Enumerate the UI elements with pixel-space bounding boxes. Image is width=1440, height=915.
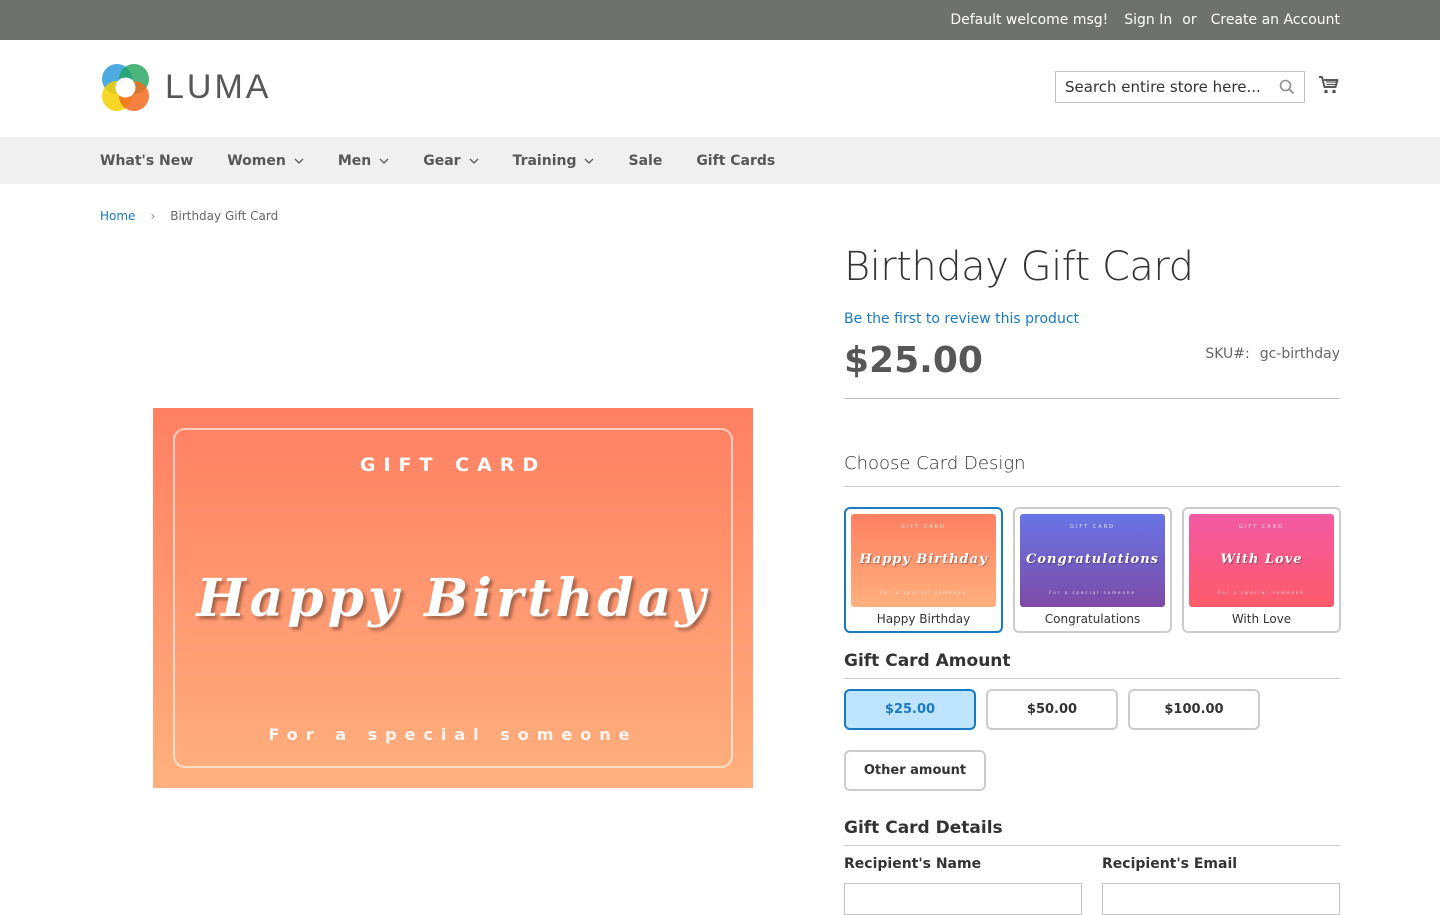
- divider: [844, 678, 1340, 679]
- nav-item-women[interactable]: Women: [227, 153, 304, 169]
- nav-item-label: Gift Cards: [696, 152, 776, 169]
- breadcrumb-current: Birthday Gift Card: [170, 209, 279, 223]
- amount-option-button[interactable]: $100.00: [1128, 689, 1260, 730]
- design-thumbnail-text: With Love: [1220, 552, 1303, 567]
- header: LUMA: [0, 40, 1440, 137]
- design-label: With Love: [1231, 612, 1292, 626]
- other-amount-button[interactable]: Other amount: [844, 750, 986, 791]
- nav-item-label: Sale: [628, 152, 663, 169]
- design-thumbnail-text: GIFT CARD: [1069, 524, 1116, 530]
- design-thumbnail-text: For a special someone: [880, 590, 967, 595]
- design-options: GIFT CARD Happy Birthday For a special som…: [844, 507, 1341, 633]
- design-option-happy-birthday[interactable]: GIFT CARD Happy Birthday For a special som…: [844, 507, 1003, 633]
- chevron-down-icon: [585, 158, 594, 164]
- nav-item-label: Training: [512, 152, 577, 169]
- nav-item-sale[interactable]: Sale: [628, 153, 662, 169]
- choose-design-title: Choose Card Design: [844, 453, 1026, 474]
- cart-icon[interactable]: [1318, 74, 1340, 96]
- gift-card-amount-title: Gift Card Amount: [844, 651, 1011, 671]
- first-review-link[interactable]: Be the first to review this product: [844, 311, 1079, 327]
- card-main-text: Happy Birthday: [196, 568, 710, 629]
- nav-item-label: Gear: [423, 152, 461, 169]
- nav-item-gear[interactable]: Gear: [423, 152, 479, 169]
- chevron-down-icon: [379, 158, 389, 164]
- recipient-email-label: Recipient's Email: [1102, 856, 1238, 872]
- chevron-down-icon: [294, 158, 304, 164]
- sku-value: gc-birthday: [1259, 346, 1340, 362]
- breadcrumb: Home › Birthday Gift Card: [100, 209, 278, 223]
- recipient-email-field[interactable]: [1102, 883, 1340, 915]
- divider: [844, 398, 1340, 399]
- design-label: Happy Birthday: [876, 612, 971, 626]
- sku: SKU#: gc-birthday: [1205, 346, 1340, 362]
- product-price: $25.00: [844, 340, 983, 381]
- design-thumbnail-text: GIFT CARD: [1238, 524, 1285, 530]
- luma-logo-icon: [102, 64, 149, 111]
- logo-text: LUMA: [165, 68, 272, 106]
- nav-item-label: Women: [227, 152, 286, 169]
- sign-in-link[interactable]: Sign In: [1124, 12, 1172, 28]
- nav-item-label: Men: [337, 152, 372, 169]
- card-top-text: GIFT CARD: [359, 454, 547, 476]
- card-bottom-text: For a special someone: [268, 725, 638, 744]
- gift-card-details-title: Gift Card Details: [844, 818, 1003, 838]
- design-thumbnail-text: For a special someone: [1049, 590, 1136, 595]
- chevron-down-icon: [469, 158, 479, 164]
- search-input[interactable]: [1065, 78, 1270, 96]
- nav-item-gift-cards[interactable]: Gift Cards: [696, 153, 775, 169]
- nav-item-label: What's New: [100, 152, 194, 169]
- nav-item-what-s-new[interactable]: What's New: [100, 153, 193, 169]
- design-thumbnail: GIFT CARD Happy Birthday For a special som…: [851, 514, 996, 607]
- page-title: Birthday Gift Card: [844, 244, 1194, 290]
- search-icon[interactable]: [1279, 79, 1295, 95]
- design-thumbnail-text: For a special someone: [1218, 590, 1305, 595]
- design-thumbnail: GIFT CARD With Love For a special someone: [1189, 514, 1334, 607]
- recipient-name-field[interactable]: [844, 883, 1082, 915]
- divider: [844, 845, 1340, 846]
- design-option-with-love[interactable]: GIFT CARD With Love For a special someone W…: [1182, 507, 1341, 633]
- recipient-name-label: Recipient's Name: [844, 856, 982, 872]
- logo[interactable]: LUMA: [100, 62, 271, 113]
- design-thumbnail-text: Congratulations: [1025, 552, 1160, 567]
- breadcrumb-separator-icon: ›: [150, 209, 156, 223]
- design-thumbnail-text: Happy Birthday: [859, 552, 988, 567]
- amount-options: $25.00 $50.00 $100.00 Other amount: [844, 689, 1340, 791]
- nav-item-training[interactable]: Training: [513, 153, 595, 169]
- product-image[interactable]: GIFT CARD Happy Birthday For a special s…: [153, 408, 753, 788]
- create-account-link[interactable]: Create an Account: [1211, 12, 1340, 28]
- divider: [844, 486, 1340, 487]
- or-text: or: [1182, 12, 1197, 28]
- breadcrumb-home-link[interactable]: Home: [100, 209, 135, 223]
- sku-label: SKU#:: [1205, 346, 1250, 362]
- amount-option-button[interactable]: $25.00: [844, 689, 976, 730]
- design-thumbnail-text: GIFT CARD: [900, 524, 947, 530]
- main-nav: What's New Women Men Gear Training Sale Gift C…: [0, 137, 1440, 184]
- design-label: Congratulations: [1044, 612, 1141, 626]
- welcome-message: Default welcome msg!: [950, 12, 1109, 28]
- search-box[interactable]: [1055, 71, 1305, 103]
- amount-option-button[interactable]: $50.00: [986, 689, 1118, 730]
- design-option-congratulations[interactable]: GIFT CARD Congratulations For a special so…: [1013, 507, 1172, 633]
- top-bar: Default welcome msg! Sign In or Create a…: [0, 0, 1440, 40]
- design-thumbnail: GIFT CARD Congratulations For a special so…: [1020, 514, 1165, 607]
- nav-item-men[interactable]: Men: [338, 153, 389, 169]
